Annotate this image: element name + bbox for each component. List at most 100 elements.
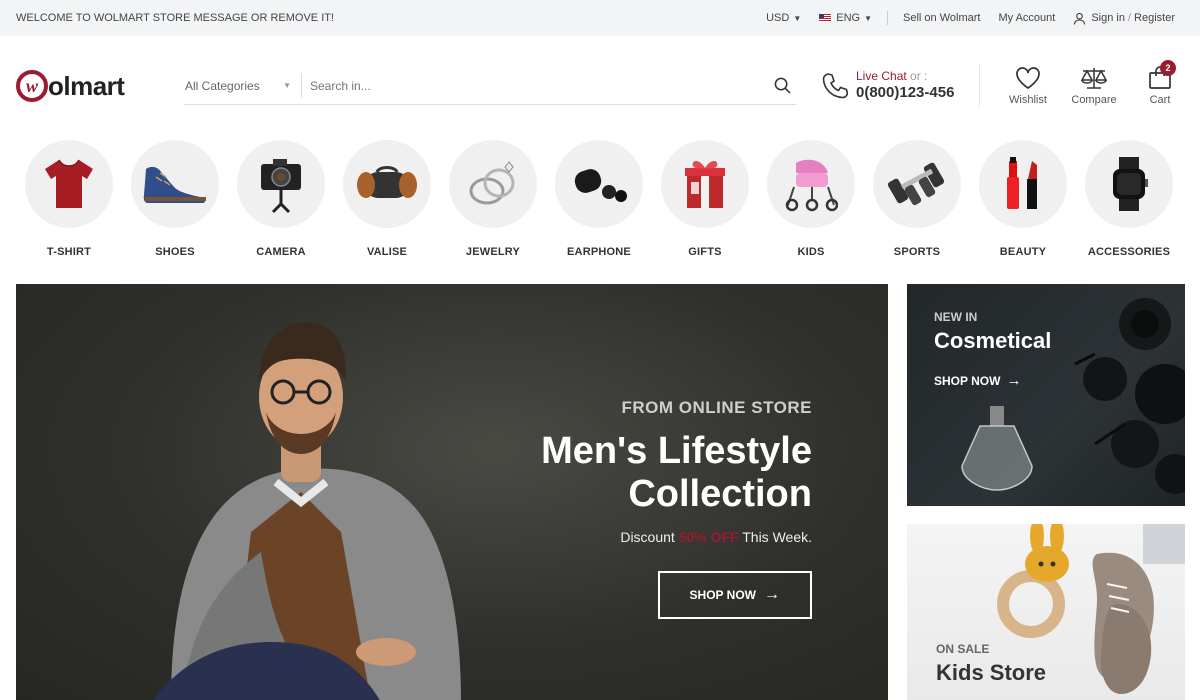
top-bar-right: USD ▼ ENG ▼ Sell on Wolmart My Account Sig… bbox=[757, 11, 1184, 25]
category-label: T-SHIRT bbox=[46, 246, 92, 258]
category-earphone[interactable]: EARPHONE bbox=[546, 140, 652, 282]
header-icons: Wishlist Compare 2 Cart bbox=[1004, 60, 1184, 106]
chevron-down-icon: ▼ bbox=[864, 13, 873, 23]
slash: / bbox=[1127, 12, 1132, 24]
hero-subtitle: FROM ONLINE STORE bbox=[621, 398, 812, 417]
category-label: SHOES bbox=[155, 246, 195, 258]
earbuds-icon bbox=[574, 169, 627, 202]
category-gifts[interactable]: GIFTS bbox=[652, 140, 758, 282]
arrow-right-icon: → bbox=[764, 585, 780, 603]
kids-store-title: Kids Store bbox=[936, 660, 1047, 685]
search-input[interactable] bbox=[302, 78, 768, 93]
logo-mark: w bbox=[16, 70, 48, 102]
kids-store-tag: ON SALE bbox=[936, 642, 990, 656]
lipstick-icon bbox=[1007, 157, 1037, 209]
live-chat-text: Live Chat or : 0(800)123-456 bbox=[856, 69, 954, 103]
cosmetical-shop-now-button[interactable]: SHOP NOW → bbox=[934, 372, 1021, 389]
category-image bbox=[873, 140, 961, 228]
camera-icon bbox=[261, 159, 301, 214]
sell-link[interactable]: Sell on Wolmart bbox=[894, 12, 989, 24]
stroller-icon bbox=[785, 159, 838, 212]
category-select-label: All Categories bbox=[185, 78, 260, 93]
heart-icon bbox=[1016, 67, 1040, 90]
wishlist-button[interactable]: Wishlist bbox=[1004, 66, 1052, 106]
category-sports[interactable]: SPORTS bbox=[864, 140, 970, 282]
wishlist-label: Wishlist bbox=[1009, 94, 1047, 106]
category-accessories[interactable]: ACCESSORIES bbox=[1076, 140, 1182, 282]
duffel-bag-icon bbox=[357, 166, 417, 198]
category-label: EARPHONE bbox=[567, 246, 631, 258]
category-select[interactable]: All Categories ▼ bbox=[184, 73, 302, 98]
compare-button[interactable]: Compare bbox=[1070, 66, 1118, 106]
language-select[interactable]: ENG ▼ bbox=[810, 12, 881, 24]
category-image bbox=[237, 140, 325, 228]
live-chat-block: Live Chat or : 0(800)123-456 bbox=[822, 65, 980, 107]
arrow-right-icon: → bbox=[1006, 372, 1022, 389]
currency-label: USD bbox=[766, 12, 790, 24]
tshirt-icon bbox=[45, 159, 93, 208]
logo[interactable]: w olmart bbox=[16, 70, 184, 102]
search-icon bbox=[774, 77, 791, 94]
cosmetical-banner[interactable]: NEW IN Cosmetical SHOP NOW → bbox=[907, 284, 1185, 506]
category-camera[interactable]: CAMERA bbox=[228, 140, 334, 282]
phone-icon bbox=[822, 73, 848, 99]
category-label: ACCESSORIES bbox=[1087, 246, 1171, 258]
category-label: SPORTS bbox=[893, 246, 941, 258]
register-link[interactable]: Register bbox=[1134, 12, 1175, 24]
hero-shop-now-label: SHOP NOW bbox=[689, 587, 756, 602]
dumbbell-icon bbox=[888, 162, 945, 206]
banner-area: FROM ONLINE STORE Men's Lifestyle Collec… bbox=[0, 282, 1200, 700]
category-image bbox=[449, 140, 537, 228]
kids-store-banner[interactable]: ON SALE Kids Store bbox=[907, 524, 1185, 700]
search-bar: All Categories ▼ bbox=[184, 67, 796, 105]
category-image bbox=[343, 140, 431, 228]
cart-button[interactable]: 2 Cart bbox=[1136, 60, 1184, 106]
cart-count-badge: 2 bbox=[1160, 60, 1176, 76]
category-image bbox=[661, 140, 749, 228]
category-jewelry[interactable]: JEWELRY bbox=[440, 140, 546, 282]
cosmetical-shop-now-label: SHOP NOW bbox=[934, 373, 1001, 388]
category-image bbox=[25, 140, 113, 228]
top-bar: WELCOME TO WOLMART STORE MESSAGE OR REMO… bbox=[0, 0, 1200, 36]
flag-icon bbox=[819, 14, 832, 22]
category-label: VALISE bbox=[366, 246, 408, 258]
cosmetical-tag: NEW IN bbox=[934, 310, 978, 324]
category-valise[interactable]: VALISE bbox=[334, 140, 440, 282]
category-image bbox=[979, 140, 1067, 228]
perfume-bottle-image bbox=[961, 406, 1033, 491]
category-image bbox=[131, 140, 219, 228]
category-shoes[interactable]: SHOES bbox=[122, 140, 228, 282]
category-label: CAMERA bbox=[256, 246, 306, 258]
category-label: JEWELRY bbox=[465, 246, 521, 258]
sign-in-register: Sign in / Register bbox=[1064, 12, 1184, 25]
currency-select[interactable]: USD ▼ bbox=[757, 12, 810, 24]
phone-number[interactable]: 0(800)123-456 bbox=[856, 84, 954, 103]
model-man-image bbox=[152, 322, 461, 700]
category-kids[interactable]: KIDS bbox=[758, 140, 864, 282]
divider bbox=[887, 11, 889, 25]
my-account-link[interactable]: My Account bbox=[989, 12, 1064, 24]
or-label: or : bbox=[910, 69, 928, 84]
category-label: GIFTS bbox=[688, 246, 722, 258]
discount-pre: Discount bbox=[620, 528, 675, 545]
category-beauty[interactable]: BEAUTY bbox=[970, 140, 1076, 282]
compare-icon bbox=[1080, 68, 1108, 89]
cart-label: Cart bbox=[1149, 94, 1171, 106]
compare-label: Compare bbox=[1071, 94, 1117, 106]
ring-icon bbox=[469, 161, 515, 205]
main-header: w olmart All Categories ▼ Live Chat or :… bbox=[0, 36, 1200, 136]
language-label: ENG bbox=[836, 12, 861, 24]
chevron-down-icon: ▼ bbox=[793, 13, 802, 23]
category-tshirt[interactable]: T-SHIRT bbox=[16, 140, 122, 282]
discount-post: This Week. bbox=[742, 528, 812, 545]
black-flowers-image bbox=[1074, 298, 1185, 494]
category-image bbox=[555, 140, 643, 228]
search-button[interactable] bbox=[768, 72, 796, 100]
discount-value: 50% OFF bbox=[678, 528, 739, 545]
hero-banner: FROM ONLINE STORE Men's Lifestyle Collec… bbox=[16, 284, 888, 700]
hero-shop-now-button[interactable]: SHOP NOW → bbox=[657, 570, 812, 619]
logo-text: olmart bbox=[48, 70, 125, 101]
sign-in-link[interactable]: Sign in bbox=[1091, 12, 1125, 24]
live-chat-link[interactable]: Live Chat bbox=[856, 69, 907, 83]
category-image bbox=[1085, 140, 1173, 228]
